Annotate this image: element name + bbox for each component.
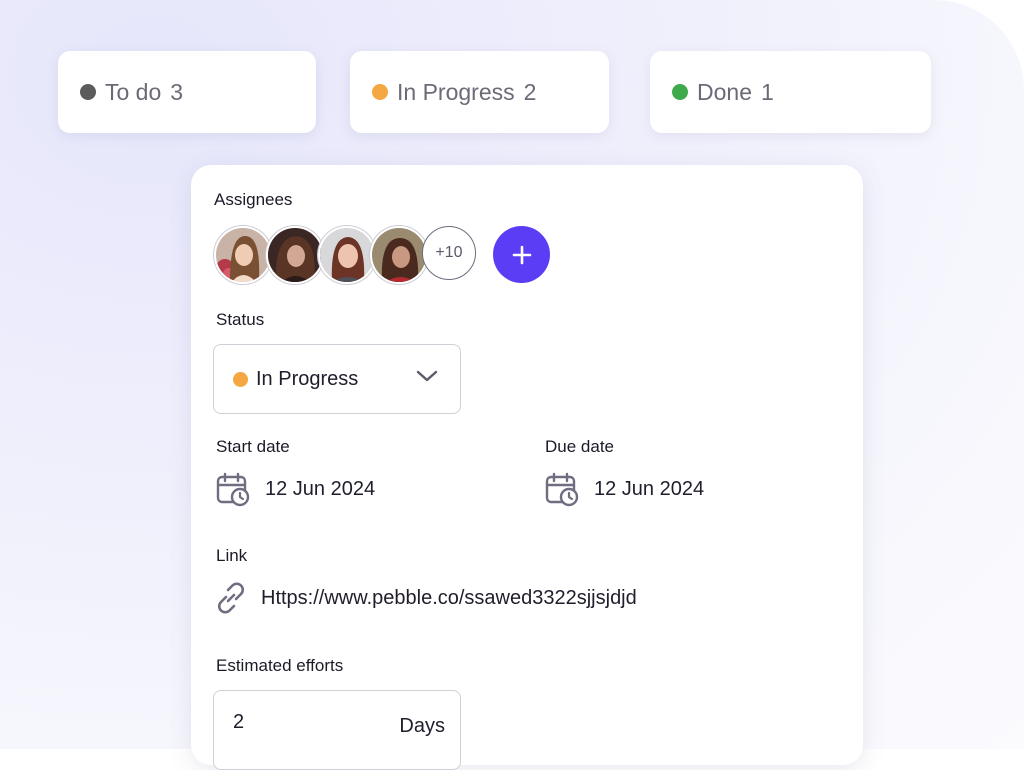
status-dot [672,84,688,100]
start-date-label: Start date [216,437,290,456]
estimated-efforts-field[interactable]: Days [213,690,461,770]
link-label: Link [216,546,248,565]
column-label: In Progress [397,78,515,105]
chevron-down-icon [416,370,438,382]
due-date-label: Due date [545,437,614,456]
avatar[interactable] [266,226,324,284]
calendar-clock-icon [216,472,250,507]
column-label: To do [105,78,162,105]
status-select-value: In Progress [256,367,359,390]
more-assignees-count[interactable]: +10 [422,226,476,280]
avatar[interactable] [370,226,428,284]
add-assignee-button[interactable] [493,226,550,283]
avatar[interactable] [318,226,376,284]
column-count: 1 [760,78,774,105]
status-label: Status [216,310,265,329]
avatar[interactable] [214,226,272,284]
column-card-in-progress[interactable]: In Progress 2 [350,51,609,133]
assignees-label: Assignees [214,190,293,209]
status-dot [80,84,96,100]
plus-icon [512,245,531,264]
column-card-todo[interactable]: To do 3 [58,51,316,133]
due-date-field[interactable]: 12 Jun 2024 [545,472,704,507]
start-date-value: 12 Jun 2024 [265,478,376,500]
task-link[interactable]: Https://www.pebble.co/ssawed3322sjjsjdjd [213,580,637,616]
status-select[interactable]: In Progress [213,344,461,414]
column-count: 2 [523,78,537,105]
estimated-efforts-label: Estimated efforts [216,656,344,675]
column-card-done[interactable]: Done 1 [650,51,931,133]
status-dot [372,84,388,100]
column-count: 3 [170,78,184,105]
calendar-clock-icon [545,472,579,507]
efforts-unit: Days [399,715,445,737]
start-date-field[interactable]: 12 Jun 2024 [216,472,375,507]
status-dot [233,371,248,387]
link-icon [218,582,244,614]
column-label: Done [697,78,752,105]
link-url: Https://www.pebble.co/ssawed3322sjjsjdjd [261,586,637,609]
due-date-value: 12 Jun 2024 [594,478,705,500]
efforts-input[interactable] [233,711,353,734]
